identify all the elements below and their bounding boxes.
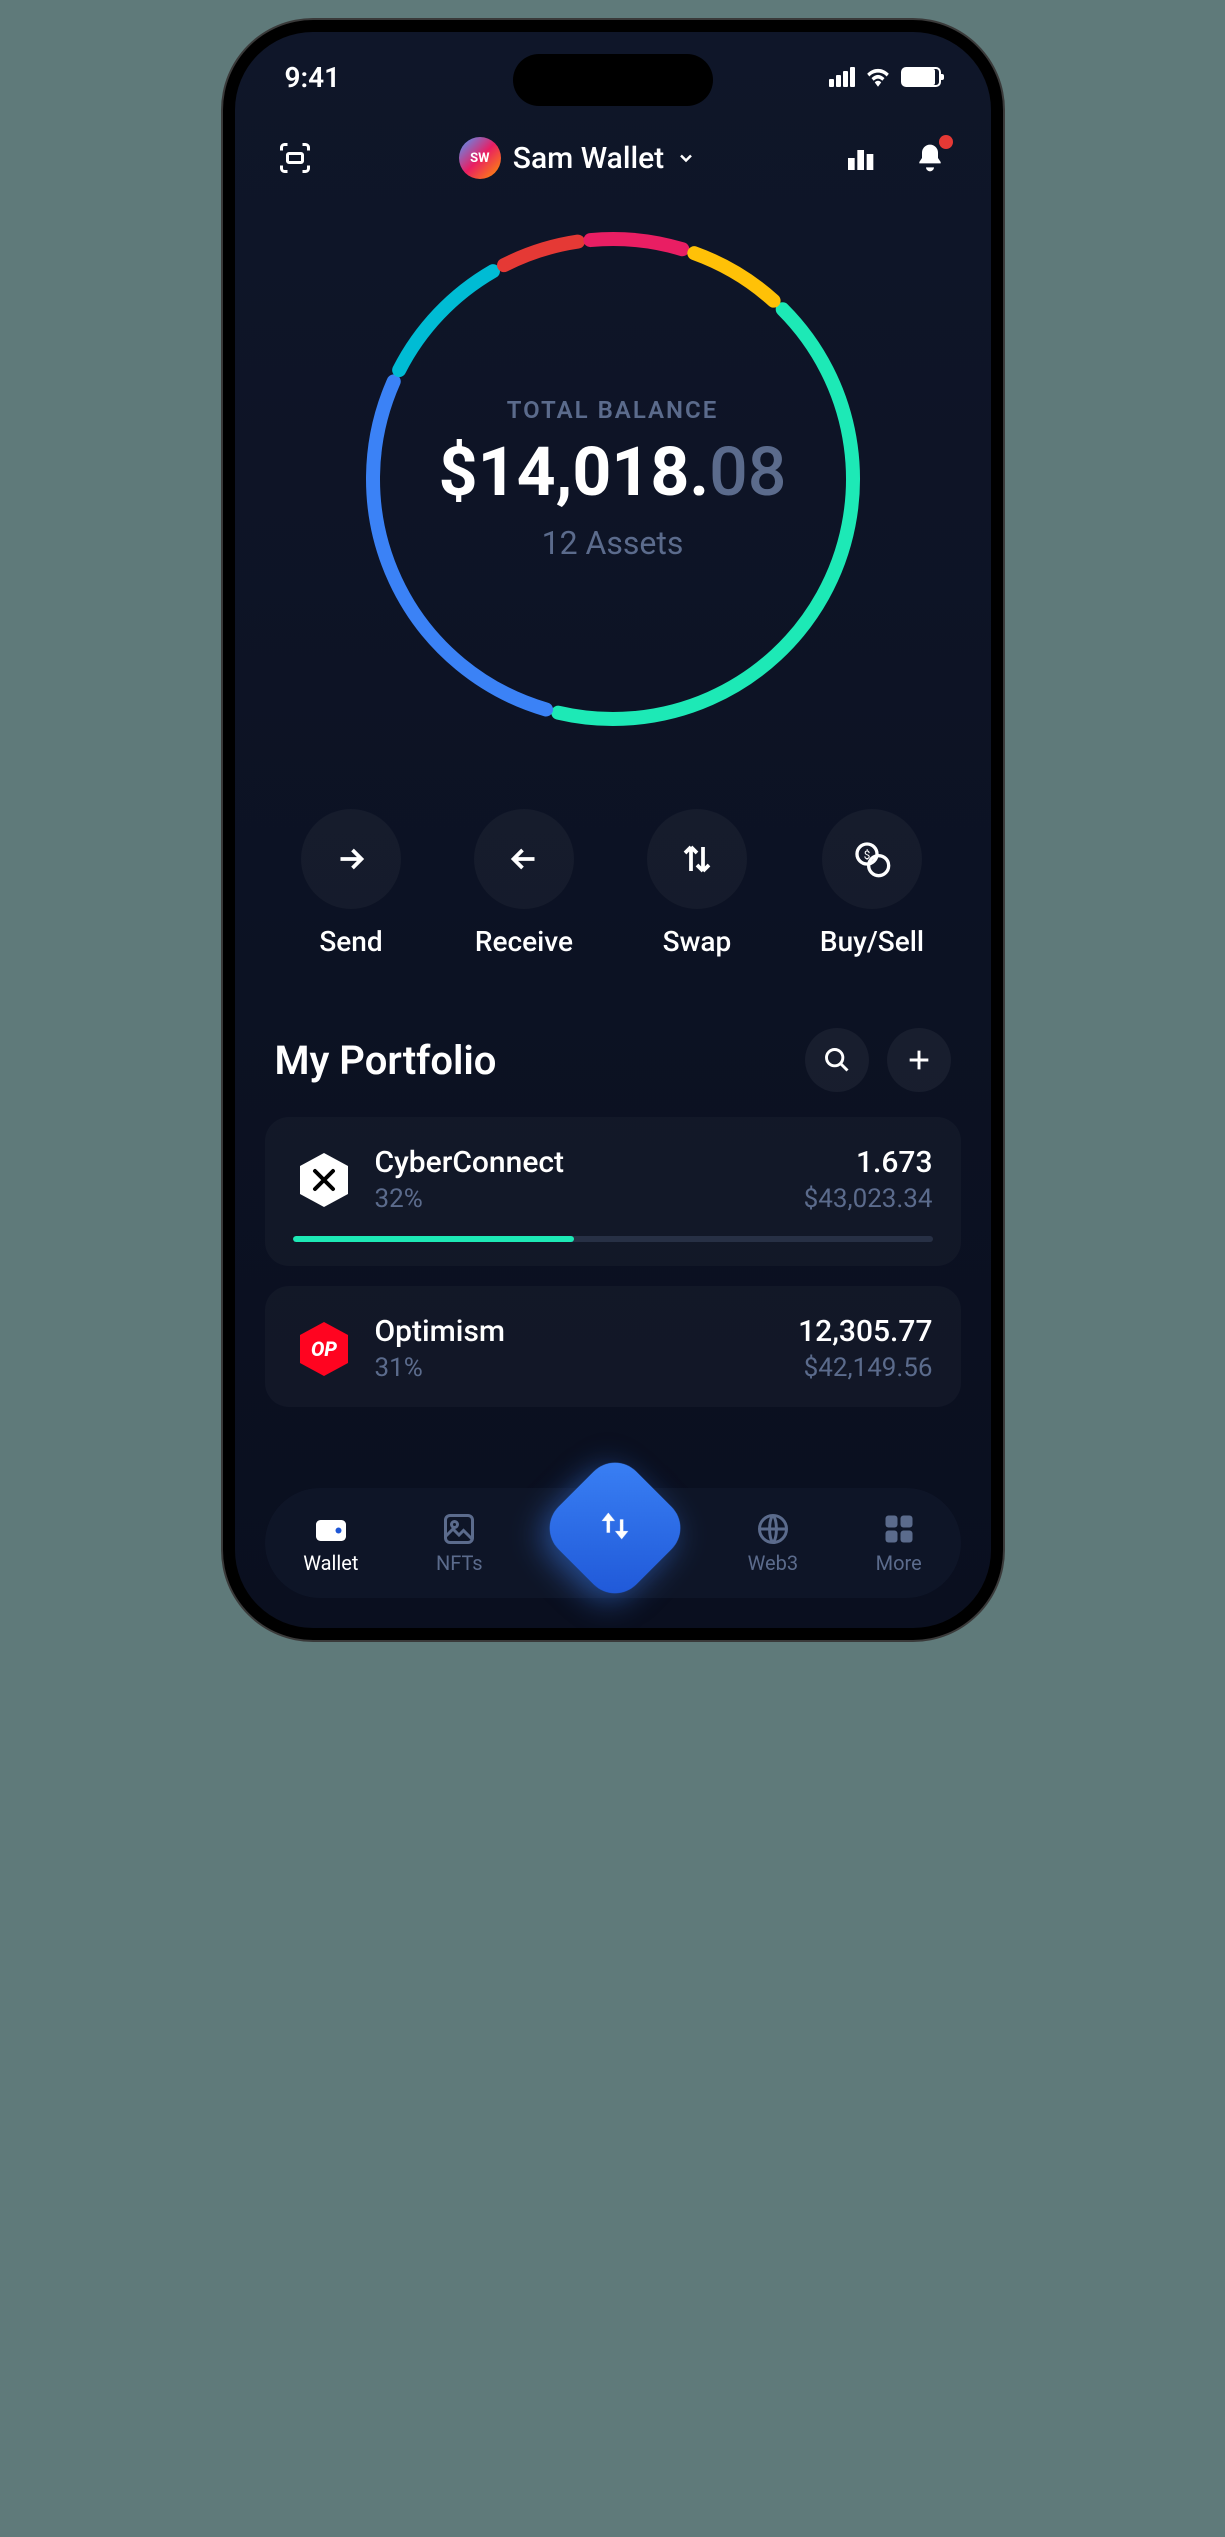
scan-icon[interactable] bbox=[275, 138, 315, 178]
notification-dot bbox=[939, 135, 953, 149]
asset-card[interactable]: CyberConnect 32% 1.673 $43,023.34 bbox=[265, 1117, 961, 1266]
receive-label: Receive bbox=[475, 925, 573, 958]
portfolio-list: CyberConnect 32% 1.673 $43,023.34 OP Opt… bbox=[235, 1117, 991, 1407]
chevron-down-icon bbox=[676, 148, 696, 168]
swap-button[interactable]: Swap bbox=[647, 809, 747, 958]
bottom-nav: Wallet NFTs Web3 More bbox=[265, 1488, 961, 1598]
swap-label: Swap bbox=[663, 925, 732, 958]
nav-wallet[interactable]: Wallet bbox=[303, 1511, 358, 1575]
wallet-selector[interactable]: SW Sam Wallet bbox=[459, 137, 696, 179]
asset-usd: $42,149.56 bbox=[798, 1353, 932, 1383]
donut-chart bbox=[353, 219, 873, 739]
nav-nfts[interactable]: NFTs bbox=[436, 1511, 483, 1575]
nfts-icon bbox=[441, 1511, 477, 1547]
nav-more[interactable]: More bbox=[876, 1511, 922, 1575]
search-icon bbox=[823, 1046, 851, 1074]
nav-center-button[interactable] bbox=[537, 1450, 693, 1606]
top-nav: SW Sam Wallet bbox=[235, 122, 991, 209]
asset-pct: 31% bbox=[375, 1353, 779, 1383]
receive-icon bbox=[474, 809, 574, 909]
buysell-icon: $ bbox=[822, 809, 922, 909]
buysell-label: Buy/Sell bbox=[820, 925, 924, 958]
phone-frame: 9:41 SW Sam Wallet bbox=[223, 20, 1003, 1640]
portfolio-header: My Portfolio bbox=[235, 998, 991, 1117]
buysell-button[interactable]: $ Buy/Sell bbox=[820, 809, 924, 958]
send-label: Send bbox=[319, 925, 382, 958]
more-icon bbox=[881, 1511, 917, 1547]
add-button[interactable] bbox=[887, 1028, 951, 1092]
notifications-icon[interactable] bbox=[910, 138, 950, 178]
action-row: Send Receive Swap $ Buy/Sell bbox=[235, 789, 991, 998]
swap-icon bbox=[647, 809, 747, 909]
signal-icon bbox=[829, 67, 855, 87]
asset-amount: 12,305.77 bbox=[798, 1314, 932, 1349]
asset-name: CyberConnect bbox=[375, 1145, 784, 1180]
send-icon bbox=[301, 809, 401, 909]
exchange-icon bbox=[595, 1506, 635, 1546]
status-time: 9:41 bbox=[285, 61, 341, 94]
balance-donut: TOTAL BALANCE $14,018.08 12 Assets bbox=[353, 219, 873, 739]
nav-web3[interactable]: Web3 bbox=[748, 1511, 799, 1575]
svg-text:$: $ bbox=[864, 848, 871, 862]
wallet-avatar: SW bbox=[459, 137, 501, 179]
svg-text:OP: OP bbox=[311, 1337, 337, 1361]
wallet-name: Sam Wallet bbox=[513, 141, 664, 176]
battery-icon bbox=[901, 67, 941, 87]
receive-button[interactable]: Receive bbox=[474, 809, 574, 958]
web3-icon bbox=[755, 1511, 791, 1547]
asset-amount: 1.673 bbox=[804, 1145, 933, 1180]
wifi-icon bbox=[865, 67, 891, 87]
asset-usd: $43,023.34 bbox=[804, 1184, 933, 1214]
send-button[interactable]: Send bbox=[301, 809, 401, 958]
asset-icon: OP bbox=[293, 1318, 355, 1380]
phone-screen: 9:41 SW Sam Wallet bbox=[235, 32, 991, 1628]
asset-progress bbox=[293, 1236, 933, 1242]
asset-pct: 32% bbox=[375, 1184, 784, 1214]
asset-name: Optimism bbox=[375, 1314, 779, 1349]
status-icons bbox=[829, 67, 941, 87]
plus-icon bbox=[905, 1046, 933, 1074]
asset-card[interactable]: OP Optimism 31% 12,305.77 $42,149.56 bbox=[265, 1286, 961, 1407]
search-button[interactable] bbox=[805, 1028, 869, 1092]
asset-icon bbox=[293, 1149, 355, 1211]
wallet-icon bbox=[313, 1511, 349, 1547]
portfolio-title: My Portfolio bbox=[275, 1037, 497, 1084]
notch bbox=[513, 54, 713, 106]
chart-icon[interactable] bbox=[840, 138, 880, 178]
